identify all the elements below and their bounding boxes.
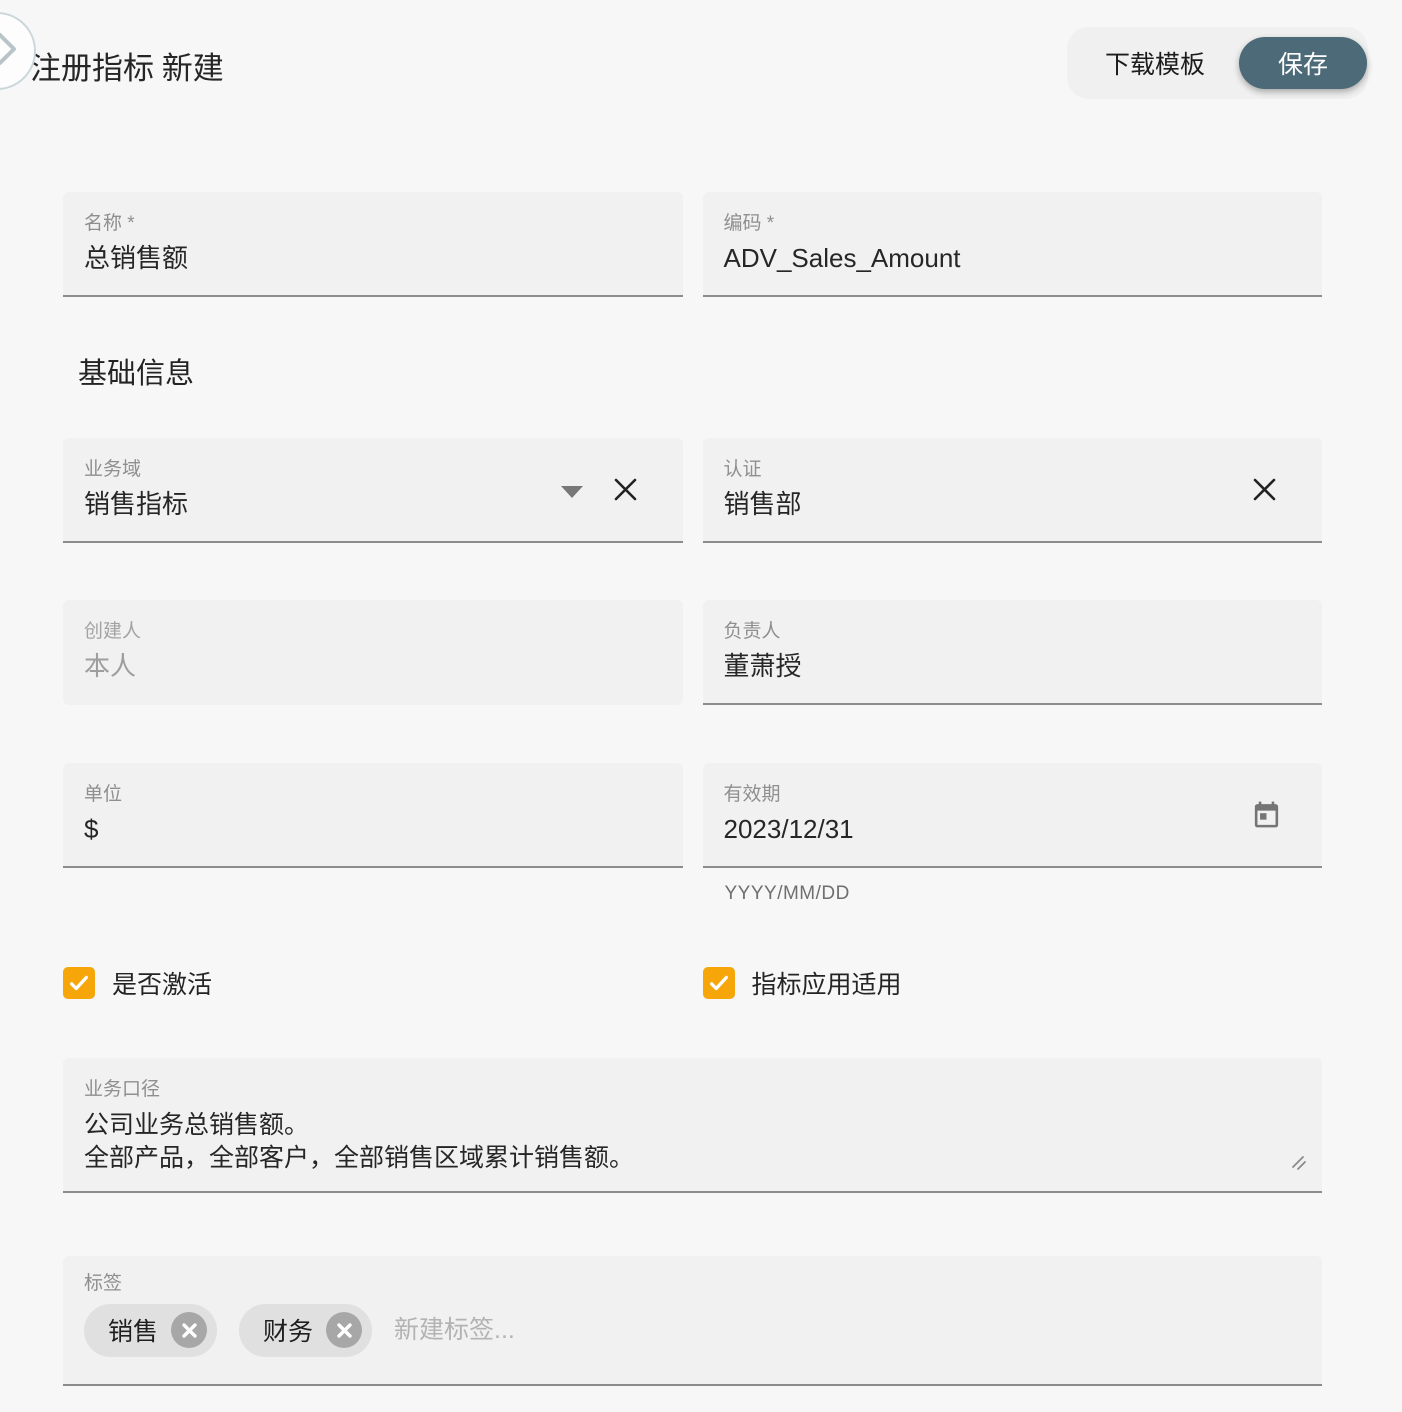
owner-field[interactable]: 负责人 董萧授 — [703, 600, 1323, 705]
save-button[interactable]: 保存 — [1239, 37, 1367, 89]
tag-chip-finance[interactable]: 财务 — [239, 1304, 372, 1357]
tags-field[interactable]: 标签 销售 财务 — [63, 1256, 1322, 1386]
unit-field[interactable]: 单位 $ — [63, 763, 683, 868]
clear-business-domain-icon[interactable] — [612, 476, 639, 508]
certification-value: 销售部 — [724, 489, 1303, 520]
unit-label: 单位 — [84, 784, 663, 806]
valid-until-field[interactable]: 有效期 2023/12/31 — [703, 763, 1323, 868]
download-template-button[interactable]: 下载模板 — [1105, 45, 1205, 81]
remove-tag-icon[interactable] — [326, 1312, 362, 1348]
new-tag-input[interactable] — [394, 1316, 714, 1345]
creator-label: 创建人 — [84, 621, 663, 643]
certification-field[interactable]: 认证 销售部 — [703, 438, 1323, 543]
name-value: 总销售额 — [84, 243, 663, 274]
code-value: ADV_Sales_Amount — [724, 243, 1303, 274]
certification-label: 认证 — [724, 459, 1303, 481]
business-caliber-textarea[interactable]: 业务口径 公司业务总销售额。 全部产品，全部客户，全部销售区域累计销售额。 — [63, 1058, 1322, 1193]
remove-tag-icon[interactable] — [171, 1312, 207, 1348]
name-field[interactable]: 名称 * 总销售额 — [63, 192, 683, 297]
business-domain-label: 业务域 — [84, 459, 663, 481]
chevron-right-icon — [0, 31, 18, 72]
valid-until-label: 有效期 — [724, 784, 1303, 806]
name-label: 名称 * — [84, 213, 663, 235]
code-field[interactable]: 编码 * ADV_Sales_Amount — [703, 192, 1323, 297]
tag-chip-label: 销售 — [108, 1312, 158, 1348]
owner-label: 负责人 — [724, 621, 1303, 643]
header-actions: 下载模板 保存 — [1067, 27, 1368, 99]
creator-value: 本人 — [84, 651, 663, 682]
tag-chip-label: 财务 — [263, 1312, 313, 1348]
tags-label: 标签 — [84, 1273, 1302, 1295]
metric-app-checkbox[interactable] — [703, 967, 735, 999]
date-format-helper: YYYY/MM/DD — [703, 883, 1323, 905]
calendar-icon[interactable] — [1251, 799, 1282, 833]
clear-certification-icon[interactable] — [1251, 476, 1278, 508]
creator-field: 创建人 本人 — [63, 600, 683, 705]
valid-until-value: 2023/12/31 — [724, 814, 1303, 845]
page-header: 注册指标 新建 下载模板 保存 — [0, 0, 1402, 99]
metric-app-checkbox-label: 指标应用适用 — [752, 965, 902, 1001]
business-caliber-value: 公司业务总销售额。 全部产品，全部客户，全部销售区域累计销售额。 — [84, 1109, 1302, 1175]
business-caliber-label: 业务口径 — [84, 1079, 1302, 1101]
code-label: 编码 * — [724, 213, 1303, 235]
active-checkbox[interactable] — [63, 967, 95, 999]
owner-value: 董萧授 — [724, 651, 1303, 682]
tag-chip-sales[interactable]: 销售 — [84, 1304, 217, 1357]
section-title-basic-info: 基础信息 — [78, 350, 1322, 392]
page-title: 注册指标 新建 — [30, 43, 224, 88]
unit-value: $ — [84, 814, 663, 845]
resize-handle-icon[interactable] — [1290, 1154, 1308, 1177]
active-checkbox-item[interactable]: 是否激活 — [63, 965, 683, 1001]
form-body: 名称 * 总销售额 编码 * ADV_Sales_Amount 基础信息 业务域… — [63, 192, 1322, 1386]
dropdown-caret-icon[interactable] — [561, 486, 583, 498]
business-domain-select[interactable]: 业务域 销售指标 — [63, 438, 683, 543]
active-checkbox-label: 是否激活 — [112, 965, 212, 1001]
metric-app-checkbox-item[interactable]: 指标应用适用 — [703, 965, 1323, 1001]
